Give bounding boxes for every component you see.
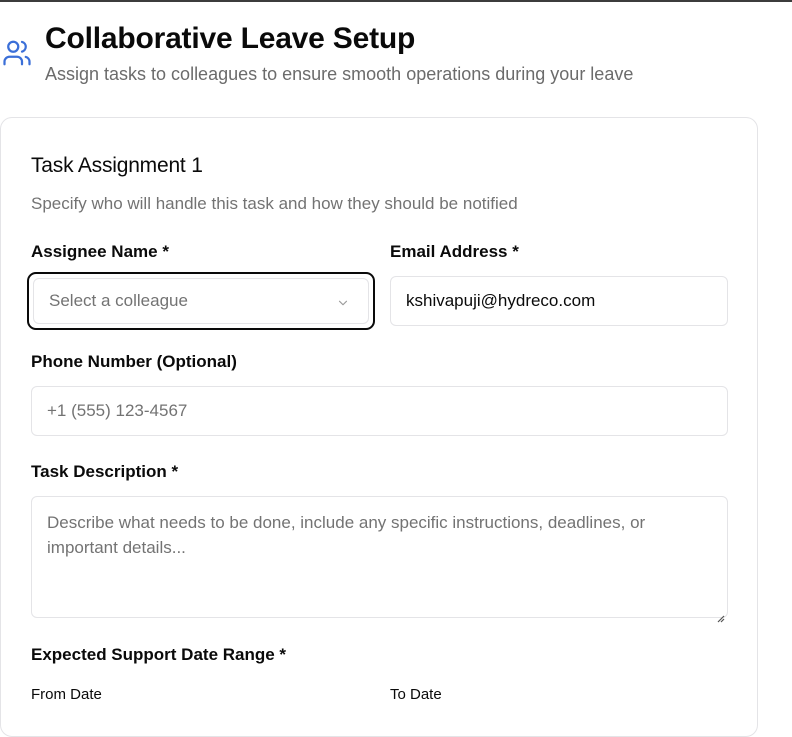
page-title: Collaborative Leave Setup [45,22,416,55]
phone-placeholder: +1 (555) 123-4567 [47,401,188,420]
resize-handle-icon[interactable] [715,605,725,623]
phone-field[interactable]: +1 (555) 123-4567 [31,386,728,436]
email-label: Email Address * [390,242,519,261]
assignee-select[interactable]: Select a colleague [33,278,369,324]
task-assignment-title: Task Assignment 1 [31,154,203,177]
page-subtitle: Assign tasks to colleagues to ensure smo… [45,64,634,84]
to-date-label: To Date [390,686,442,703]
task-description-label: Task Description * [31,462,179,481]
assignee-label: Assignee Name * [31,242,169,261]
task-description-placeholder: Describe what needs to be done, include … [47,513,646,557]
users-icon [2,38,32,68]
date-range-label: Expected Support Date Range * [31,645,287,664]
phone-label: Phone Number (Optional) [31,352,237,371]
email-value: kshivapuji@hydreco.com [406,291,596,310]
assignee-select-focus-ring: Select a colleague [27,272,375,330]
page-header: Collaborative Leave Setup Assign tasks t… [0,22,792,92]
email-field[interactable]: kshivapuji@hydreco.com [390,276,728,326]
chevron-down-icon [336,295,350,309]
window-top-border [0,0,792,2]
task-assignment-description: Specify who will handle this task and ho… [31,194,518,213]
assignee-select-placeholder: Select a colleague [49,291,188,310]
task-description-textarea[interactable]: Describe what needs to be done, include … [31,496,728,623]
from-date-label: From Date [31,686,102,703]
